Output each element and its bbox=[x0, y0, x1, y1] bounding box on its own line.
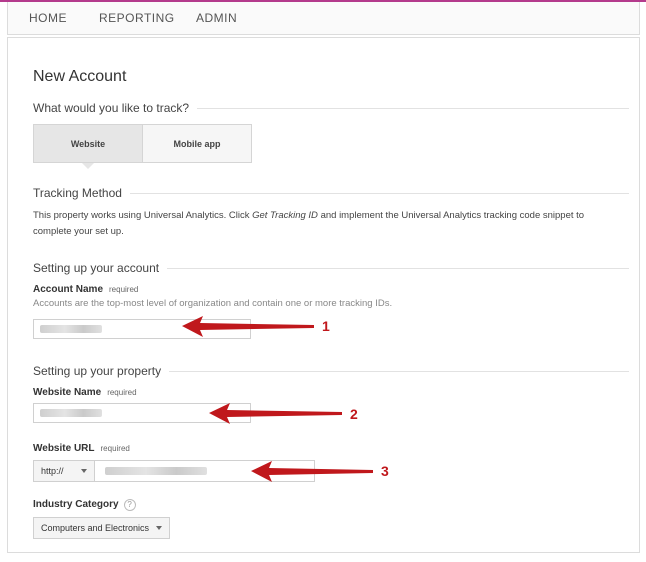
red-arrow-icon bbox=[182, 316, 314, 337]
red-arrow-icon bbox=[209, 403, 342, 424]
red-arrow-icon bbox=[251, 461, 373, 482]
annotation-arrows bbox=[182, 316, 373, 482]
arrow-2 bbox=[209, 403, 342, 424]
annotation-number-3: 3 bbox=[381, 463, 389, 479]
arrow-1 bbox=[182, 316, 314, 337]
annotation-number-1: 1 bbox=[322, 318, 330, 334]
annotation-number-2: 2 bbox=[350, 406, 358, 422]
arrow-3 bbox=[251, 461, 373, 482]
